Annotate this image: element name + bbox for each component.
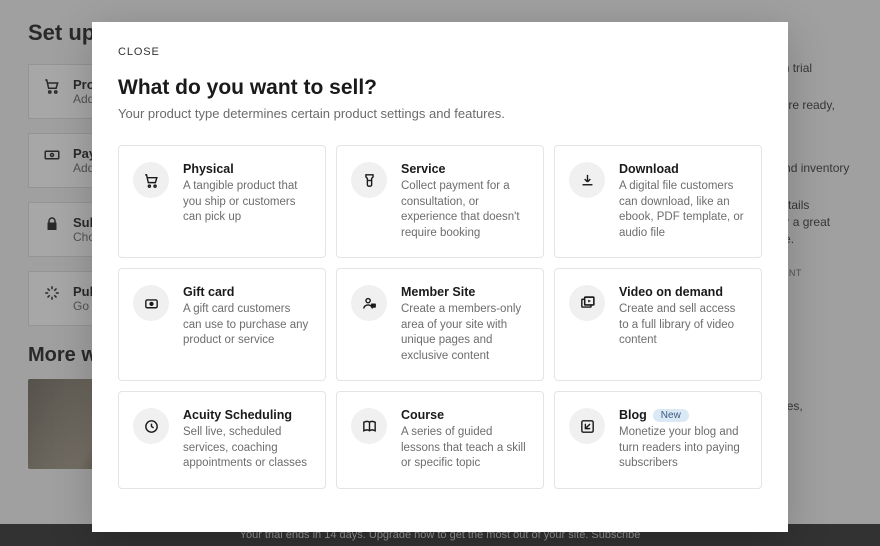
option-title: Member Site: [401, 285, 529, 299]
option-title: Blog: [619, 408, 647, 422]
option-desc: Sell live, scheduled services, coaching …: [183, 425, 311, 472]
option-download[interactable]: Download A digital file customers can do…: [554, 145, 762, 258]
option-desc: Collect payment for a consultation, or e…: [401, 179, 529, 241]
product-type-modal: CLOSE What do you want to sell? Your pro…: [92, 22, 788, 532]
download-icon: [569, 162, 605, 198]
pencil-icon: [569, 408, 605, 444]
cart-icon: [133, 162, 169, 198]
option-desc: A series of guided lessons that teach a …: [401, 425, 529, 472]
option-title: Download: [619, 162, 747, 176]
option-desc: Create a members-only area of your site …: [401, 302, 529, 364]
video-library-icon: [569, 285, 605, 321]
option-title: Gift card: [183, 285, 311, 299]
option-title: Video on demand: [619, 285, 747, 299]
option-title: Course: [401, 408, 529, 422]
modal-overlay[interactable]: CLOSE What do you want to sell? Your pro…: [0, 0, 880, 546]
new-badge: New: [653, 409, 689, 422]
option-video-on-demand[interactable]: Video on demand Create and sell access t…: [554, 268, 762, 381]
option-physical[interactable]: Physical A tangible product that you shi…: [118, 145, 326, 258]
option-gift-card[interactable]: Gift card A gift card customers can use …: [118, 268, 326, 381]
book-icon: [351, 408, 387, 444]
option-service[interactable]: Service Collect payment for a consultati…: [336, 145, 544, 258]
option-member-site[interactable]: Member Site Create a members-only area o…: [336, 268, 544, 381]
close-button[interactable]: CLOSE: [118, 46, 160, 58]
modal-subtitle: Your product type determines certain pro…: [118, 106, 762, 121]
product-type-grid: Physical A tangible product that you shi…: [118, 145, 762, 489]
option-desc: A gift card customers can use to purchas…: [183, 302, 311, 349]
jar-icon: [351, 162, 387, 198]
option-desc: A digital file customers can download, l…: [619, 179, 747, 241]
option-acuity-scheduling[interactable]: Acuity Scheduling Sell live, scheduled s…: [118, 391, 326, 489]
clock-icon: [133, 408, 169, 444]
option-title: Service: [401, 162, 529, 176]
option-desc: Create and sell access to a full library…: [619, 302, 747, 349]
option-desc: Monetize your blog and turn readers into…: [619, 425, 747, 472]
member-lock-icon: [351, 285, 387, 321]
option-course[interactable]: Course A series of guided lessons that t…: [336, 391, 544, 489]
option-title: Physical: [183, 162, 311, 176]
option-desc: A tangible product that you ship or cust…: [183, 179, 311, 226]
option-blog[interactable]: Blog New Monetize your blog and turn rea…: [554, 391, 762, 489]
gift-card-icon: [133, 285, 169, 321]
modal-title: What do you want to sell?: [118, 76, 762, 100]
option-title: Acuity Scheduling: [183, 408, 311, 422]
